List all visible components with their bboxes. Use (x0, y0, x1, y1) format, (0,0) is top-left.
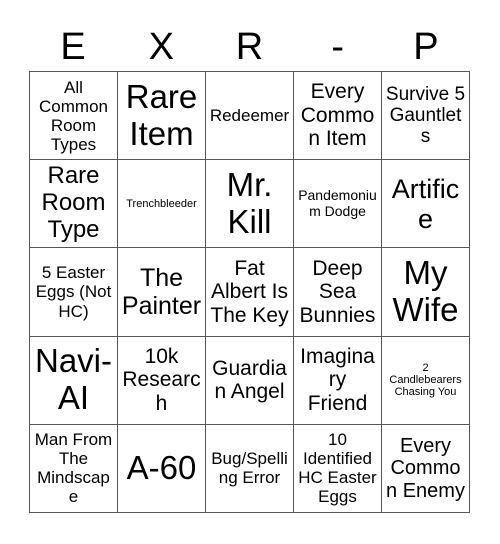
bingo-cell-label: Deep Sea Bunnies (299, 256, 376, 327)
bingo-cell-label: Every Common Enemy (386, 434, 465, 502)
bingo-cell-label: 10k Research (122, 344, 201, 415)
bingo-cell-label: A-60 (126, 448, 197, 486)
bingo-cell-label: Man From The Mindscape (34, 430, 113, 507)
bingo-cell[interactable]: Navi-AI (30, 336, 118, 425)
bingo-cell-label: Mr. Kill (226, 165, 273, 240)
bingo-cell[interactable]: My Wife (382, 248, 470, 337)
bingo-card: E X R - P All Common Room Types Rare Item Rede… (0, 0, 500, 544)
bingo-cell[interactable]: Redeemer (206, 72, 294, 161)
bingo-cell[interactable]: All Common Room Types (30, 72, 118, 161)
bingo-cell-label: Artifice (391, 173, 460, 234)
bingo-cell[interactable]: The Painter (118, 248, 206, 337)
bingo-cell[interactable]: Deep Sea Bunnies (294, 248, 382, 337)
bingo-cell-label: Rare Room Type (41, 162, 106, 244)
bingo-cell-label: The Painter (121, 263, 202, 320)
bingo-cell[interactable]: 10 Identified HC Easter Eggs (294, 424, 382, 513)
bingo-cell-label: My Wife (392, 254, 459, 328)
bingo-cell[interactable]: Trenchbleeder (118, 160, 206, 249)
bingo-cell-label: Bug/Spelling Error (211, 449, 288, 488)
bingo-grid: All Common Room Types Rare Item Redeemer Ev… (29, 71, 470, 513)
bingo-header-letter: E (60, 26, 86, 68)
bingo-cell[interactable]: A-60 (118, 424, 206, 513)
bingo-cell[interactable]: Artifice (382, 160, 470, 249)
bingo-header-letter: - (331, 26, 345, 68)
bingo-cell-label: 5 Easter Eggs (Not HC) (35, 263, 112, 321)
bingo-cell[interactable]: 10k Research (118, 336, 206, 425)
bingo-cell-label: Pandemonium Dodge (298, 187, 377, 219)
bingo-cell[interactable]: Every Common Enemy (382, 424, 470, 513)
bingo-header-letter: R (235, 26, 264, 68)
bingo-cell[interactable]: Every Common Item (294, 72, 382, 161)
bingo-cell[interactable]: Imaginary Friend (294, 336, 382, 425)
bingo-cell[interactable]: Survive 5 Gauntlets (382, 72, 470, 161)
bingo-cell-label: Navi-AI (34, 342, 112, 417)
bingo-cell[interactable]: Man From The Mindscape (30, 424, 118, 513)
bingo-cell-label: Rare Item (125, 77, 198, 152)
bingo-cell-label: Survive 5 Gauntlets (385, 83, 466, 148)
bingo-cell[interactable]: Mr. Kill (206, 160, 294, 249)
bingo-cell-label: 10 Identified HC Easter Eggs (298, 430, 377, 507)
bingo-cell-label: Imaginary Friend (300, 344, 375, 415)
bingo-header-letter: X (148, 26, 174, 68)
bingo-header-letter: P (413, 26, 439, 68)
bingo-cell-label: Guardian Angel (212, 356, 287, 404)
bingo-cell-label: Redeemer (209, 106, 290, 126)
bingo-cell[interactable]: Bug/Spelling Error (206, 424, 294, 513)
bingo-cell-label: All Common Room Types (39, 77, 108, 154)
bingo-cell[interactable]: Guardian Angel (206, 336, 294, 425)
bingo-cell-label: Fat Albert Is The Key (210, 256, 289, 327)
bingo-cell-label: 2 Candlebearers Chasing You (389, 361, 462, 399)
bingo-cell[interactable]: 5 Easter Eggs (Not HC) (30, 248, 118, 337)
bingo-cell-label: Every Common Item (300, 80, 375, 151)
bingo-cell[interactable]: Pandemonium Dodge (294, 160, 382, 249)
bingo-header-row: EXR-P (29, 24, 470, 70)
bingo-cell-label: Trenchbleeder (126, 197, 197, 210)
bingo-cell[interactable]: Rare Room Type (30, 160, 118, 249)
bingo-cell[interactable]: 2 Candlebearers Chasing You (382, 336, 470, 425)
bingo-cell[interactable]: Rare Item (118, 72, 206, 161)
bingo-cell[interactable]: Fat Albert Is The Key (206, 248, 294, 337)
